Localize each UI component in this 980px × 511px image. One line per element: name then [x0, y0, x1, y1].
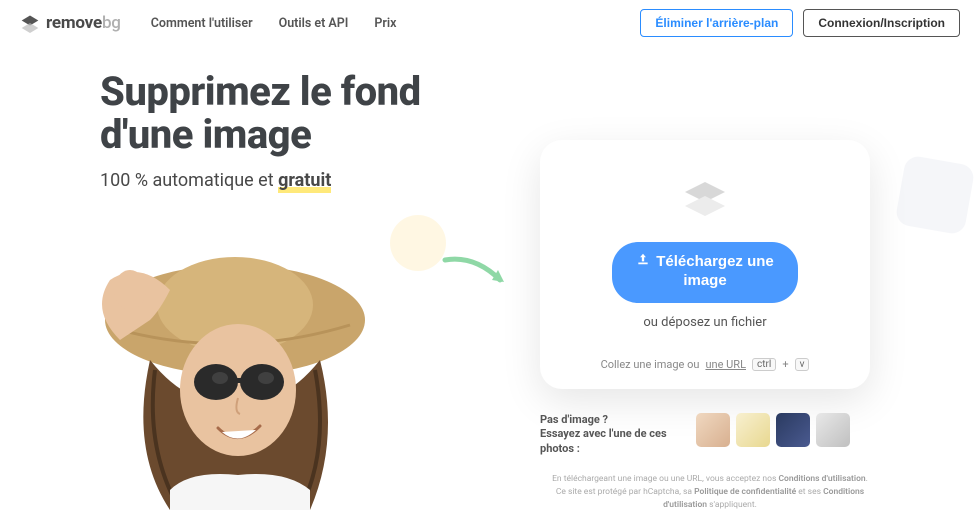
upload-image-button[interactable]: Téléchargez une image	[612, 242, 798, 303]
upload-card[interactable]: Téléchargez une image ou déposez un fich…	[540, 140, 870, 389]
arrow-icon	[440, 250, 520, 304]
nav-pricing[interactable]: Prix	[374, 16, 396, 31]
sample-thumb-4[interactable]	[816, 413, 850, 447]
logo[interactable]: removebg	[20, 13, 121, 33]
drop-file-text: ou déposez un fichier	[568, 315, 842, 330]
hero-subtitle: 100 % automatique et gratuit	[100, 170, 520, 191]
paste-url-link[interactable]: une URL	[705, 358, 746, 371]
header-actions: Éliminer l'arrière-plan Connexion/Inscri…	[640, 9, 960, 37]
upload-icon	[636, 252, 650, 272]
nav-how-to-use[interactable]: Comment l'utiliser	[151, 16, 253, 31]
sample-thumbnails	[696, 413, 850, 447]
hero-text: Supprimez le fond d'une image 100 % auto…	[100, 70, 520, 191]
sample-thumb-2[interactable]	[736, 413, 770, 447]
sample-prompt-text: Pas d'image ? Essayez avec l'une de ces …	[540, 413, 680, 458]
logo-icon	[20, 13, 40, 33]
sample-thumb-3[interactable]	[776, 413, 810, 447]
sample-images-row: Pas d'image ? Essayez avec l'une de ces …	[540, 413, 870, 458]
kbd-v: v	[795, 358, 810, 371]
legal-text: En téléchargeant une image ou une URL, v…	[540, 473, 880, 511]
remove-bg-button[interactable]: Éliminer l'arrière-plan	[640, 9, 793, 37]
layers-icon	[568, 180, 842, 224]
kbd-ctrl: ctrl	[752, 358, 776, 371]
header: removebg Comment l'utiliser Outils et AP…	[0, 0, 980, 46]
top-nav: Comment l'utiliser Outils et API Prix	[151, 16, 397, 31]
hero-title: Supprimez le fond d'une image	[100, 70, 520, 156]
logo-text: removebg	[46, 13, 121, 33]
sample-thumb-1[interactable]	[696, 413, 730, 447]
login-signup-button[interactable]: Connexion/Inscription	[803, 9, 960, 37]
hero-image	[60, 250, 420, 510]
upload-section: Téléchargez une image ou déposez un fich…	[540, 140, 870, 511]
paste-row: Collez une image ou une URL ctrl + v	[568, 358, 842, 371]
nav-tools-api[interactable]: Outils et API	[279, 16, 349, 31]
